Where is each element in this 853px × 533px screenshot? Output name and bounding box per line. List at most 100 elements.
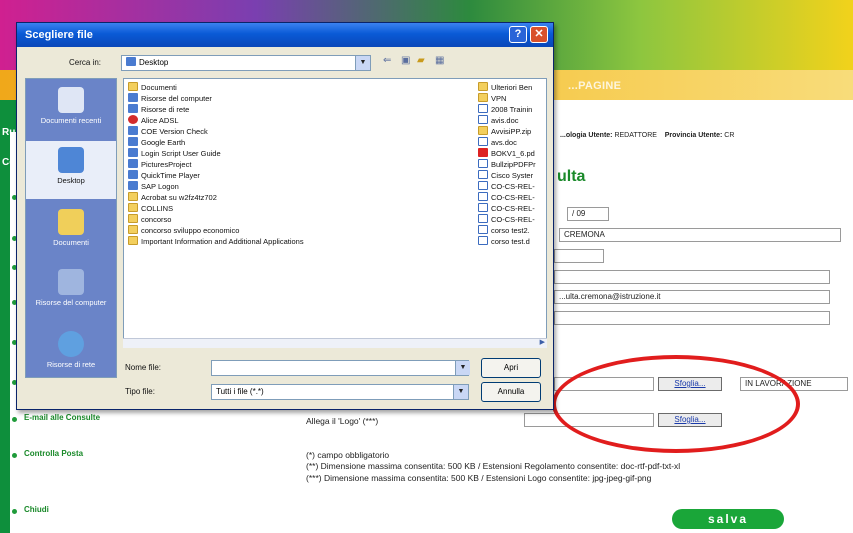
open-button[interactable]: Apri xyxy=(481,358,541,378)
place-documents[interactable]: Documenti xyxy=(26,209,116,247)
up-folder-icon[interactable]: ▣ xyxy=(401,55,410,66)
file-item[interactable]: Risorse del computer xyxy=(128,93,212,104)
places-bar: Documenti recenti Desktop Documenti Riso… xyxy=(25,78,117,378)
doc-icon xyxy=(478,115,488,124)
place-label: Risorse del computer xyxy=(35,298,107,307)
cancel-button[interactable]: Annulla xyxy=(481,382,541,402)
look-in-select[interactable]: Desktop ▼ xyxy=(121,55,371,71)
file-item[interactable]: avis.doc xyxy=(478,115,519,126)
chevron-down-icon[interactable]: ▼ xyxy=(355,56,370,70)
pdf-icon xyxy=(478,148,488,157)
file-list[interactable]: Documenti Risorse del computer Risorse d… xyxy=(123,78,547,348)
help-button[interactable]: ? xyxy=(509,26,527,43)
file-item[interactable]: BOKV1_6.pd xyxy=(478,148,535,159)
dialog-title: Scegliere file xyxy=(25,29,93,41)
doc-icon xyxy=(478,137,488,146)
file-item[interactable]: Ulteriori Ben xyxy=(478,82,532,93)
file-item[interactable]: QuickTime Player xyxy=(128,170,200,181)
back-icon[interactable]: ⇐ xyxy=(383,55,391,66)
filetype-label: Tipo file: xyxy=(125,387,155,396)
file-item[interactable]: avs.doc xyxy=(478,137,517,148)
note-required: (*) campo obbligatorio xyxy=(306,450,390,460)
folder-icon xyxy=(128,192,138,201)
file-item[interactable]: Alice ADSL xyxy=(128,115,179,126)
place-desktop[interactable]: Desktop xyxy=(26,141,116,199)
doc-icon xyxy=(478,170,488,179)
page-title: ulta xyxy=(557,168,586,185)
sidebar-item-controlla-posta[interactable]: Controlla Posta xyxy=(24,449,83,458)
file-item[interactable]: CO-CS-REL- xyxy=(478,203,535,214)
file-item[interactable]: CO-CS-REL- xyxy=(478,192,535,203)
file-item[interactable]: corso test.d xyxy=(478,236,530,247)
file-item[interactable]: concorso xyxy=(128,214,171,225)
filename-input[interactable] xyxy=(211,360,469,376)
file-item[interactable]: Google Earth xyxy=(128,137,185,148)
filename-label: Nome file: xyxy=(125,363,162,372)
file-item[interactable]: Login Script User Guide xyxy=(128,148,221,159)
folder-icon xyxy=(128,203,138,212)
sidebar-item-email[interactable]: E-mail alle Consulte xyxy=(24,413,100,422)
file-item[interactable]: VPN xyxy=(478,93,506,104)
horizontal-scrollbar[interactable]: ▶ xyxy=(123,338,547,348)
sidebar-edge-label: Co xyxy=(2,157,16,168)
doc-icon xyxy=(478,159,488,168)
filetype-value: Tutti i file (*.*) xyxy=(216,387,264,396)
doc-icon xyxy=(478,192,488,201)
email-field[interactable]: ...ulta.cremona@istruzione.it xyxy=(554,290,830,304)
file-item[interactable]: AvvisiPP.zip xyxy=(478,126,531,137)
dialog-titlebar[interactable]: Scegliere file ? ✕ xyxy=(17,23,553,47)
bullet-icon xyxy=(12,453,17,458)
app-icon xyxy=(128,170,138,179)
desktop-icon xyxy=(58,147,84,173)
file-name: CO-CS-REL- xyxy=(491,193,535,202)
file-item[interactable]: Acrobat su w2fz4tz702 xyxy=(128,192,217,203)
tipologia-value: REDATTORE xyxy=(614,132,657,139)
file-name: Risorse del computer xyxy=(141,94,212,103)
file-name: CO-CS-REL- xyxy=(491,204,535,213)
file-name: AvvisiPP.zip xyxy=(491,127,532,136)
file-item[interactable]: Documenti xyxy=(128,82,177,93)
file-item[interactable]: COLLINS xyxy=(128,203,173,214)
doc-icon xyxy=(478,214,488,223)
text-field[interactable] xyxy=(554,311,830,325)
new-folder-icon[interactable]: ▰ xyxy=(417,55,425,66)
file-item[interactable]: BullzipPDFPr xyxy=(478,159,536,170)
file-name: BOKV1_6.pd xyxy=(491,149,535,158)
file-item[interactable]: Cisco Syster xyxy=(478,170,533,181)
note-regolamento: (**) Dimensione massima consentita: 500 … xyxy=(306,461,681,471)
file-item[interactable]: Risorse di rete xyxy=(128,104,189,115)
place-computer[interactable]: Risorse del computer xyxy=(26,269,116,307)
city-field[interactable]: CREMONA xyxy=(559,228,841,242)
network-icon xyxy=(128,104,138,113)
sidebar-edge-label: Ru xyxy=(2,127,16,138)
tipologia-label: ...ologia Utente: xyxy=(560,132,613,139)
folder-icon xyxy=(128,225,138,234)
file-item[interactable]: SAP Logon xyxy=(128,181,179,192)
chevron-down-icon[interactable]: ▼ xyxy=(453,385,468,399)
provincia-label: Provincia Utente: xyxy=(664,132,723,139)
bullet-icon xyxy=(12,417,17,422)
chevron-down-icon[interactable]: ▼ xyxy=(455,361,470,375)
close-button[interactable]: ✕ xyxy=(530,26,548,43)
file-item[interactable]: PicturesProject xyxy=(128,159,191,170)
place-recent[interactable]: Documenti recenti xyxy=(26,87,116,125)
view-menu-icon[interactable]: ▦ xyxy=(435,55,444,66)
documents-folder-icon xyxy=(58,209,84,235)
text-field[interactable] xyxy=(554,270,830,284)
date-year-field[interactable]: / 09 xyxy=(567,207,609,221)
text-field[interactable] xyxy=(554,249,604,263)
filetype-select[interactable]: Tutti i file (*.*) ▼ xyxy=(211,384,469,400)
file-item[interactable]: CO-CS-REL- xyxy=(478,181,535,192)
save-button[interactable]: salva xyxy=(672,509,784,529)
folder-icon xyxy=(128,236,138,245)
file-item[interactable]: 2008 Trainin xyxy=(478,104,532,115)
file-item[interactable]: concorso sviluppo economico xyxy=(128,225,239,236)
file-item[interactable]: COE Version Check xyxy=(128,126,208,137)
sidebar-item-chiudi[interactable]: Chiudi xyxy=(24,505,49,514)
file-name: QuickTime Player xyxy=(141,171,200,180)
file-item[interactable]: corso test2. xyxy=(478,225,530,236)
file-item[interactable]: CO-CS-REL- xyxy=(478,214,535,225)
scroll-right-icon[interactable]: ▶ xyxy=(540,338,545,346)
place-network[interactable]: Risorse di rete xyxy=(26,331,116,369)
file-item[interactable]: Important Information and Additional App… xyxy=(128,236,304,247)
